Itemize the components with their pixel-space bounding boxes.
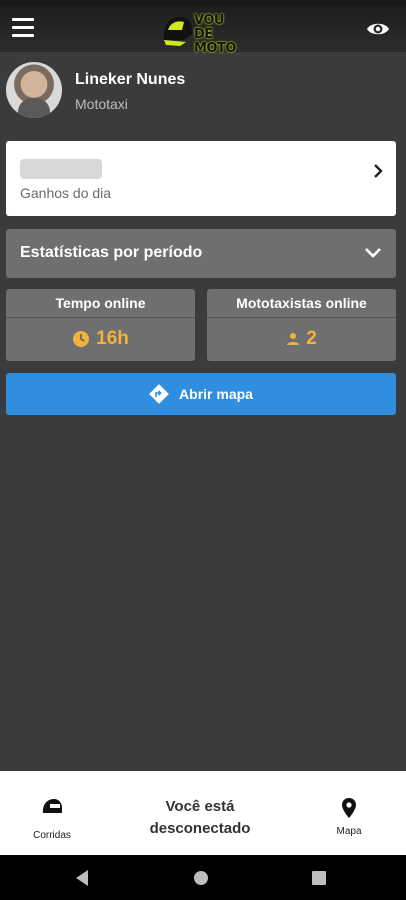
open-map-button[interactable]: Abrir mapa — [6, 373, 396, 415]
drivers-online-value: 2 — [306, 328, 317, 349]
helmet-icon — [42, 799, 62, 813]
daily-earnings-card[interactable]: Ganhos do dia — [6, 141, 396, 216]
hamburger-menu-icon[interactable] — [12, 18, 34, 38]
recents-icon[interactable] — [311, 869, 327, 887]
app-logo: VOU DE MOTO — [160, 10, 246, 56]
drivers-online-title: Mototaxistas online — [236, 295, 367, 311]
profile-section: Lineker Nunes Mototaxi — [6, 62, 400, 122]
back-icon[interactable] — [74, 869, 90, 887]
logo-text: VOU DE MOTO — [194, 13, 236, 56]
online-time-value: 16h — [96, 328, 129, 349]
clock-icon — [73, 331, 90, 347]
nav-corridas-label: Corridas — [33, 830, 71, 841]
avatar — [6, 62, 62, 118]
chevron-down-icon — [365, 248, 381, 258]
drivers-online-card: Mototaxistas online 2 — [207, 289, 396, 361]
nav-mapa-label: Mapa — [336, 826, 362, 837]
earnings-label: Ganhos do dia — [20, 185, 112, 201]
period-stats-dropdown[interactable]: Estatísticas por período — [6, 229, 396, 278]
divider — [207, 317, 396, 318]
directions-icon — [149, 384, 169, 404]
eye-icon[interactable] — [366, 19, 390, 39]
open-map-label: Abrir mapa — [179, 386, 253, 402]
profile-role: Mototaxi — [75, 96, 128, 112]
period-stats-label: Estatísticas por período — [20, 244, 203, 261]
helmet-icon — [163, 16, 193, 46]
divider — [6, 317, 195, 318]
nav-mapa[interactable]: Mapa — [318, 771, 380, 855]
profile-name: Lineker Nunes — [75, 71, 186, 88]
bottom-navigation: Corridas Você está desconectado Mapa — [0, 771, 406, 855]
person-icon — [287, 333, 300, 345]
map-pin-icon — [342, 798, 356, 818]
chevron-right-icon — [374, 164, 383, 178]
nav-corridas[interactable]: Corridas — [20, 771, 84, 855]
app-bar: VOU DE MOTO — [0, 6, 406, 56]
online-time-card: Tempo online 16h — [6, 289, 195, 361]
hidden-earnings-value — [20, 159, 102, 179]
connection-status: Você está desconectado — [149, 798, 251, 837]
system-navigation-bar — [0, 855, 406, 900]
online-time-title: Tempo online — [55, 295, 146, 311]
home-icon[interactable] — [193, 869, 209, 887]
